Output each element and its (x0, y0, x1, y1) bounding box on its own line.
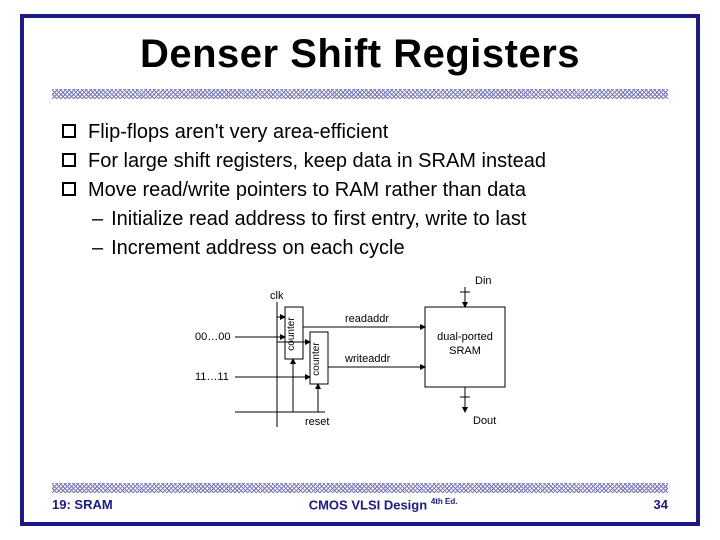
bullet-text: Move read/write pointers to RAM rather t… (88, 177, 526, 204)
footer-center: CMOS VLSI Design 4th Ed. (113, 497, 654, 512)
dash-icon: – (92, 206, 103, 233)
subbullet-item: – Initialize read address to first entry… (62, 206, 658, 233)
subbullet-text: Initialize read address to first entry, … (111, 206, 526, 233)
dash-icon: – (92, 235, 103, 262)
diagram-svg: counter counter dual-ported SRAM clk rea… (175, 272, 545, 437)
checkbox-icon (62, 153, 76, 167)
reset-label: reset (305, 416, 329, 428)
checkbox-icon (62, 182, 76, 196)
slide-title: Denser Shift Registers (24, 18, 696, 83)
slide-content: Flip-flops aren't very area-efficient Fo… (24, 105, 696, 437)
subbullet-item: – Increment address on each cycle (62, 235, 658, 262)
checkbox-icon (62, 124, 76, 138)
init-read-label: 00…00 (195, 331, 230, 343)
bullet-item: Flip-flops aren't very area-efficient (62, 119, 658, 146)
din-label: Din (475, 275, 492, 287)
dout-label: Dout (473, 415, 496, 427)
footer-right: 34 (654, 497, 668, 512)
slide-frame: Denser Shift Registers Flip-flops aren't… (20, 14, 700, 526)
counter-label: counter (286, 317, 297, 351)
slide-footer: 19: SRAM CMOS VLSI Design 4th Ed. 34 (52, 483, 668, 512)
bullet-item: Move read/write pointers to RAM rather t… (62, 177, 658, 204)
sram-label-line2: SRAM (449, 345, 481, 357)
footer-center-sup: 4th Ed. (431, 497, 458, 506)
subbullet-text: Increment address on each cycle (111, 235, 405, 262)
bullet-item: For large shift registers, keep data in … (62, 148, 658, 175)
footer-center-main: CMOS VLSI Design (309, 497, 427, 512)
counter-label: counter (311, 342, 322, 376)
footer-left: 19: SRAM (52, 497, 113, 512)
sram-label-line1: dual-ported (437, 331, 493, 343)
divider-bottom (52, 483, 668, 493)
block-diagram: counter counter dual-ported SRAM clk rea… (62, 272, 658, 437)
clk-label: clk (270, 290, 284, 302)
writeaddr-label: writeaddr (344, 353, 391, 365)
bullet-text: Flip-flops aren't very area-efficient (88, 119, 388, 146)
readaddr-label: readaddr (345, 313, 389, 325)
init-write-label: 11…11 (195, 371, 229, 383)
divider-top (52, 89, 668, 99)
bullet-text: For large shift registers, keep data in … (88, 148, 546, 175)
